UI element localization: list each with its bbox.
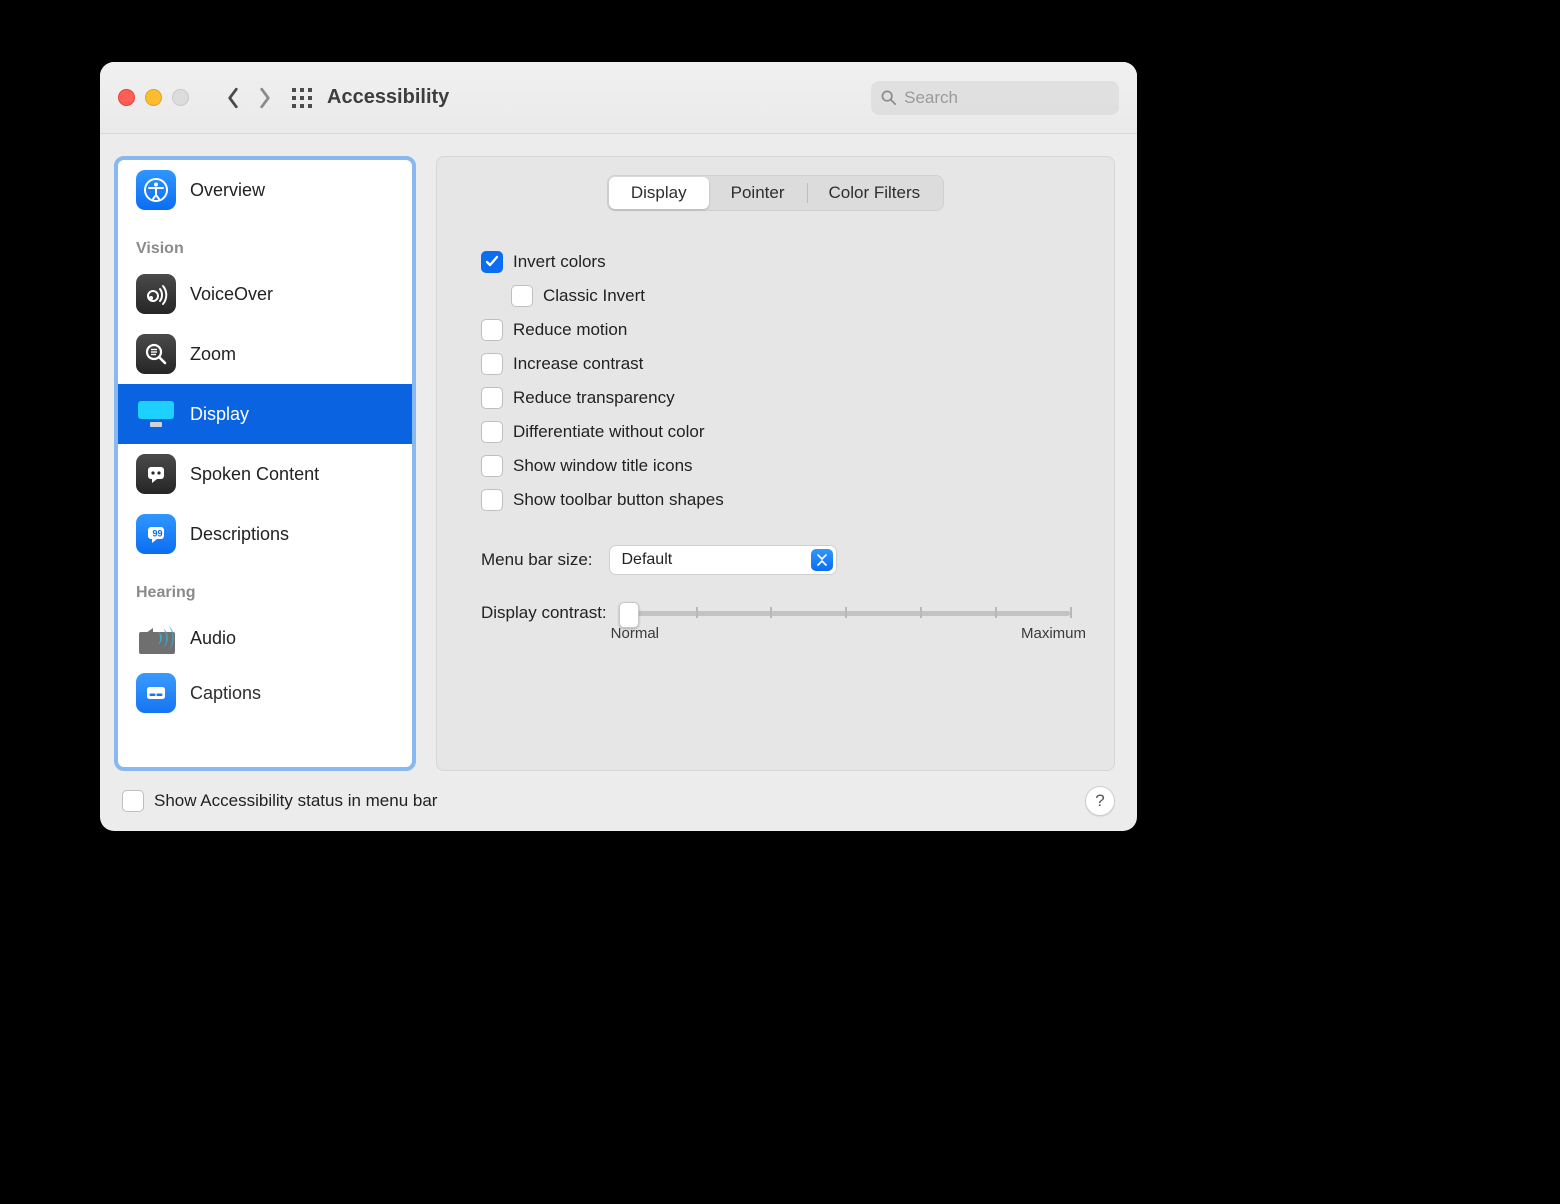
display-contrast-row: Display contrast: Normal <box>481 603 1070 647</box>
titlebar: Accessibility <box>100 62 1137 134</box>
option-label: Reduce transparency <box>513 388 675 408</box>
sidebar-group-vision: Vision <box>118 220 412 264</box>
settings-panel: Display Pointer Color Filters Invert col… <box>436 156 1115 771</box>
check-icon <box>485 255 499 269</box>
select-value: Default <box>622 551 673 569</box>
spoken-content-icon <box>136 454 176 494</box>
checkbox[interactable] <box>122 790 144 812</box>
option-classic-invert[interactable]: Classic Invert <box>511 279 1070 313</box>
checkbox[interactable] <box>481 251 503 273</box>
display-tabs: Display Pointer Color Filters <box>607 175 944 211</box>
sidebar-item-label: Captions <box>190 683 261 704</box>
tab-color-filters[interactable]: Color Filters <box>807 177 943 209</box>
sidebar-item-descriptions[interactable]: 99 Descriptions <box>118 504 412 564</box>
back-button[interactable] <box>217 78 249 118</box>
option-invert-colors[interactable]: Invert colors <box>481 245 1070 279</box>
sidebar-item-label: Spoken Content <box>190 464 319 485</box>
option-show-toolbar-button-shapes[interactable]: Show toolbar button shapes <box>481 483 1070 517</box>
window-footer: Show Accessibility status in menu bar ? <box>100 771 1137 831</box>
option-label: Show toolbar button shapes <box>513 490 724 510</box>
sidebar-item-label: Zoom <box>190 344 236 365</box>
window-title: Accessibility <box>327 86 449 109</box>
sidebar-item-label: Descriptions <box>190 524 289 545</box>
option-reduce-transparency[interactable]: Reduce transparency <box>481 381 1070 415</box>
voiceover-icon <box>136 274 176 314</box>
search-icon <box>881 89 896 106</box>
footer-status-option[interactable]: Show Accessibility status in menu bar <box>122 784 437 818</box>
chevron-right-icon <box>257 87 273 109</box>
tab-pointer[interactable]: Pointer <box>709 177 807 209</box>
checkbox[interactable] <box>481 455 503 477</box>
checkbox[interactable] <box>481 421 503 443</box>
checkbox[interactable] <box>481 387 503 409</box>
sidebar-item-label: Display <box>190 404 249 425</box>
sidebar-item-label: Overview <box>190 180 265 201</box>
window-controls <box>118 89 189 106</box>
option-label: Invert colors <box>513 252 606 272</box>
updown-caret-icon <box>811 549 833 571</box>
captions-icon <box>136 673 176 713</box>
display-contrast-slider[interactable]: Normal Maximum <box>621 603 1070 647</box>
option-reduce-motion[interactable]: Reduce motion <box>481 313 1070 347</box>
option-label: Show Accessibility status in menu bar <box>154 791 437 811</box>
svg-text:99: 99 <box>153 529 163 539</box>
option-label: Increase contrast <box>513 354 643 374</box>
option-increase-contrast[interactable]: Increase contrast <box>481 347 1070 381</box>
search-input[interactable] <box>902 87 1109 109</box>
sidebar-item-voiceover[interactable]: VoiceOver <box>118 264 412 324</box>
option-label: Show window title icons <box>513 456 693 476</box>
show-all-button[interactable] <box>291 87 313 109</box>
display-contrast-label: Display contrast: <box>481 603 607 623</box>
zoom-icon <box>136 334 176 374</box>
sidebar-item-captions[interactable]: Captions <box>118 668 412 718</box>
tab-display[interactable]: Display <box>609 177 709 209</box>
option-differentiate-without-color[interactable]: Differentiate without color <box>481 415 1070 449</box>
search-field[interactable] <box>871 81 1119 115</box>
display-icon <box>136 394 176 434</box>
accessibility-icon <box>136 170 176 210</box>
minimize-window-button[interactable] <box>145 89 162 106</box>
menu-bar-size-row: Menu bar size: Default <box>481 545 1070 575</box>
option-show-window-title-icons[interactable]: Show window title icons <box>481 449 1070 483</box>
descriptions-icon: 99 <box>136 514 176 554</box>
menu-bar-size-label: Menu bar size: <box>481 550 593 570</box>
sidebar-item-audio[interactable]: Audio <box>118 608 412 668</box>
checkbox[interactable] <box>481 353 503 375</box>
window-body: Overview Vision VoiceOver Zoom <box>100 134 1137 771</box>
chevron-left-icon <box>225 87 241 109</box>
checkbox[interactable] <box>481 319 503 341</box>
sidebar-item-zoom[interactable]: Zoom <box>118 324 412 384</box>
grid-icon <box>291 87 313 109</box>
option-label: Differentiate without color <box>513 422 705 442</box>
forward-button[interactable] <box>249 78 281 118</box>
sidebar-item-label: VoiceOver <box>190 284 273 305</box>
sidebar-item-label: Audio <box>190 628 236 649</box>
option-label: Reduce motion <box>513 320 627 340</box>
options-list: Invert colors Classic Invert Reduce moti… <box>481 245 1070 517</box>
help-button[interactable]: ? <box>1085 786 1115 816</box>
checkbox[interactable] <box>481 489 503 511</box>
option-label: Classic Invert <box>543 286 645 306</box>
slider-min-label: Normal <box>611 625 659 642</box>
menu-bar-size-select[interactable]: Default <box>609 545 837 575</box>
close-window-button[interactable] <box>118 89 135 106</box>
sidebar-item-overview[interactable]: Overview <box>118 160 412 220</box>
sidebar-group-hearing: Hearing <box>118 564 412 608</box>
sidebar-item-spoken-content[interactable]: Spoken Content <box>118 444 412 504</box>
audio-icon <box>136 618 176 658</box>
preferences-window: Accessibility Overview Vision <box>100 62 1137 831</box>
slider-max-label: Maximum <box>1021 625 1086 642</box>
sidebar-item-display[interactable]: Display <box>118 384 412 444</box>
zoom-window-button[interactable] <box>172 89 189 106</box>
sidebar: Overview Vision VoiceOver Zoom <box>114 156 416 771</box>
checkbox[interactable] <box>511 285 533 307</box>
